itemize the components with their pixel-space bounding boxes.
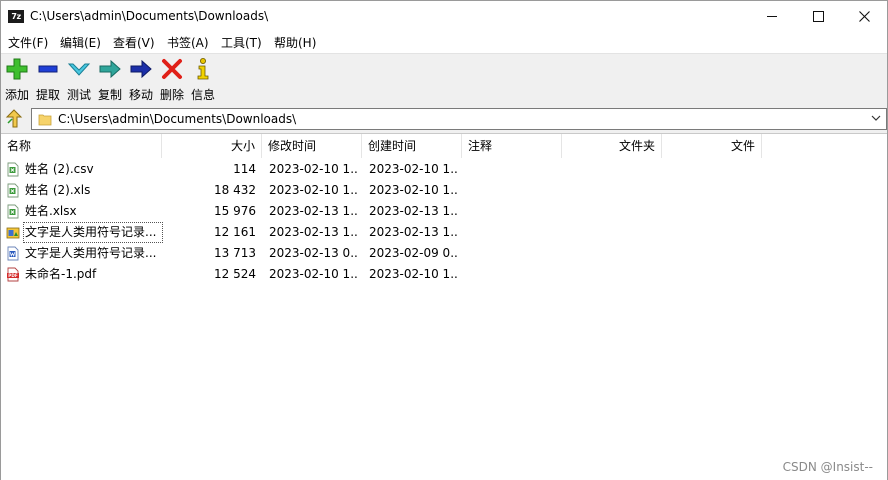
info-label: 信息 bbox=[190, 88, 215, 102]
file-row[interactable]: 文字是人类用符号记录... 13 713 2023-02-13 0... 202… bbox=[1, 243, 887, 264]
column-files[interactable]: 文件 bbox=[662, 134, 762, 158]
file-row[interactable]: 姓名.xlsx 15 976 2023-02-13 1... 2023-02-1… bbox=[1, 201, 887, 222]
file-modified: 2023-02-10 1... bbox=[269, 267, 359, 281]
spreadsheet-icon bbox=[7, 162, 19, 177]
column-name[interactable]: 名称 bbox=[1, 134, 162, 158]
file-row[interactable]: PDF 未命名-1.pdf 12 524 2023-02-10 1... 202… bbox=[1, 264, 887, 285]
file-created: 2023-02-10 1... bbox=[369, 183, 459, 197]
file-row[interactable]: 文字是人类用符号记录... 12 161 2023-02-13 1... 202… bbox=[1, 222, 887, 243]
close-icon bbox=[858, 10, 870, 22]
menu-tools[interactable]: 工具(T) bbox=[221, 34, 262, 51]
info-button[interactable]: 信息 bbox=[188, 57, 218, 103]
file-size: 15 976 bbox=[214, 204, 256, 218]
menu-bookmarks[interactable]: 书签(A) bbox=[167, 34, 209, 51]
file-created: 2023-02-10 1... bbox=[369, 267, 459, 281]
file-modified: 2023-02-13 0... bbox=[269, 246, 359, 260]
title-bar: 7z C:\Users\admin\Documents\Downloads\ bbox=[1, 1, 887, 32]
test-icon bbox=[67, 63, 91, 76]
app-logo-icon: 7z bbox=[8, 10, 24, 23]
menu-help[interactable]: 帮助(H) bbox=[274, 34, 316, 51]
file-name: 姓名.xlsx bbox=[25, 204, 77, 218]
file-modified: 2023-02-13 1... bbox=[269, 225, 359, 239]
file-created: 2023-02-13 1... bbox=[369, 225, 459, 239]
file-name: 未命名-1.pdf bbox=[25, 267, 97, 281]
extract-button[interactable]: 提取 bbox=[33, 57, 63, 103]
address-bar: C:\Users\admin\Documents\Downloads\ bbox=[1, 105, 887, 133]
watermark-text: CSDN @Insist-- bbox=[782, 460, 873, 474]
file-size: 18 432 bbox=[214, 183, 256, 197]
copy-icon bbox=[99, 59, 121, 79]
extract-icon bbox=[38, 65, 58, 73]
spreadsheet-icon bbox=[7, 183, 19, 198]
file-name: 文字是人类用符号记录... bbox=[25, 246, 157, 260]
up-folder-button[interactable] bbox=[5, 109, 23, 129]
file-modified: 2023-02-10 1... bbox=[269, 162, 359, 176]
file-created: 2023-02-10 1... bbox=[369, 162, 459, 176]
copy-button[interactable]: 复制 bbox=[95, 57, 125, 103]
move-icon bbox=[130, 59, 152, 79]
folder-icon bbox=[38, 114, 52, 126]
image-file-icon bbox=[6, 227, 20, 239]
list-header: 名称 大小 修改时间 创建时间 注释 文件夹 文件 bbox=[1, 134, 887, 158]
move-button[interactable]: 移动 bbox=[126, 57, 156, 103]
app-window: 7z C:\Users\admin\Documents\Downloads\ 文… bbox=[0, 0, 888, 480]
folder-up-icon bbox=[5, 109, 23, 128]
file-modified: 2023-02-13 1... bbox=[269, 204, 359, 218]
menu-file[interactable]: 文件(F) bbox=[8, 34, 48, 51]
address-path: C:\Users\admin\Documents\Downloads\ bbox=[58, 112, 297, 126]
chevron-down-icon bbox=[871, 115, 881, 121]
maximize-button[interactable] bbox=[795, 1, 841, 32]
column-created[interactable]: 创建时间 bbox=[362, 134, 462, 158]
file-modified: 2023-02-10 1... bbox=[269, 183, 359, 197]
file-created: 2023-02-09 0... bbox=[369, 246, 459, 260]
delete-icon bbox=[162, 59, 182, 79]
minimize-button[interactable] bbox=[749, 1, 795, 32]
column-modified[interactable]: 修改时间 bbox=[262, 134, 362, 158]
maximize-icon bbox=[812, 10, 824, 22]
file-name: 姓名 (2).csv bbox=[25, 162, 94, 176]
menu-edit[interactable]: 编辑(E) bbox=[60, 34, 101, 51]
menu-view[interactable]: 查看(V) bbox=[113, 34, 155, 51]
address-dropdown-button[interactable] bbox=[869, 111, 883, 127]
svg-text:PDF: PDF bbox=[8, 273, 18, 278]
pdf-icon: PDF bbox=[7, 267, 19, 282]
file-row[interactable]: 姓名 (2).csv 114 2023-02-10 1... 2023-02-1… bbox=[1, 159, 887, 180]
close-button[interactable] bbox=[841, 1, 887, 32]
file-name: 文字是人类用符号记录... bbox=[23, 222, 163, 243]
minimize-icon bbox=[767, 15, 777, 17]
file-name: 姓名 (2).xls bbox=[25, 183, 91, 197]
window-title: C:\Users\admin\Documents\Downloads\ bbox=[30, 9, 269, 23]
delete-button[interactable]: 删除 bbox=[157, 57, 187, 103]
file-size: 12 161 bbox=[214, 225, 256, 239]
toolbar: 添加 提取 测试 复制 移动 删除 信息 bbox=[1, 53, 887, 106]
add-icon bbox=[6, 58, 28, 80]
address-input[interactable]: C:\Users\admin\Documents\Downloads\ bbox=[31, 108, 887, 130]
file-list: 名称 大小 修改时间 创建时间 注释 文件夹 文件 姓名 (2).csv 114… bbox=[1, 133, 887, 480]
file-size: 12 524 bbox=[214, 267, 256, 281]
file-row[interactable]: 姓名 (2).xls 18 432 2023-02-10 1... 2023-0… bbox=[1, 180, 887, 201]
word-doc-icon bbox=[7, 246, 19, 261]
column-folders[interactable]: 文件夹 bbox=[562, 134, 662, 158]
menu-bar: 文件(F) 编辑(E) 查看(V) 书签(A) 工具(T) 帮助(H) bbox=[1, 32, 887, 53]
column-size[interactable]: 大小 bbox=[162, 134, 262, 158]
file-size: 114 bbox=[233, 162, 256, 176]
info-icon bbox=[197, 58, 209, 80]
file-created: 2023-02-13 1... bbox=[369, 204, 459, 218]
add-button[interactable]: 添加 bbox=[2, 57, 32, 103]
column-comment[interactable]: 注释 bbox=[462, 134, 562, 158]
test-button[interactable]: 测试 bbox=[64, 57, 94, 103]
file-size: 13 713 bbox=[214, 246, 256, 260]
spreadsheet-icon bbox=[7, 204, 19, 219]
